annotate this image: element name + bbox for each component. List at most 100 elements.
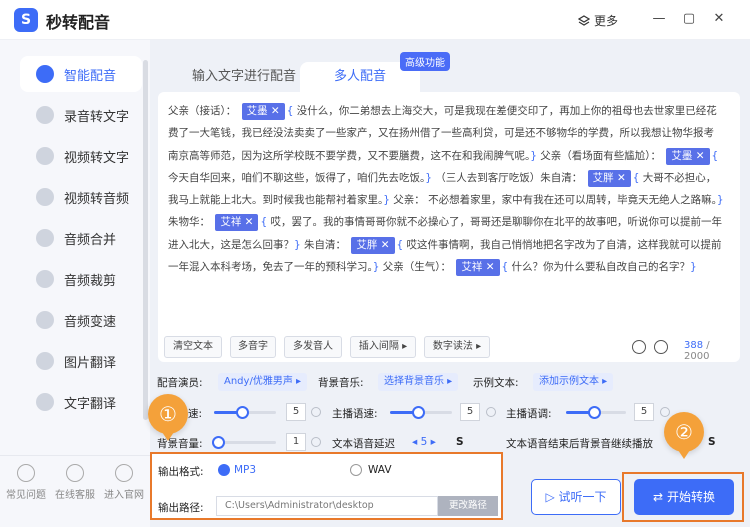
website-link[interactable]: 进入官网 [100,464,148,501]
caret-right-icon: ▸ [402,341,408,352]
start-highlight: ⇄ 开始转换 [622,472,744,522]
audio-text-icon [36,106,54,124]
brace-icon: { [711,149,719,162]
scissors-icon [36,270,54,288]
start-convert-button[interactable]: ⇄ 开始转换 [634,479,734,515]
mp3-label[interactable]: MP3 [234,464,256,476]
reset-icon[interactable] [660,407,670,417]
video-text-icon [36,147,54,165]
chat-icon [66,464,84,482]
anchor-speed-value[interactable]: 5 [460,403,480,421]
delay-label: 文本语音延迟 [332,438,395,450]
voice-tag[interactable]: 艾胖 ✕ [351,236,395,254]
sidebar-item-video-to-audio[interactable]: 视频转音频 [20,179,142,215]
editor-toolbar: 清空文本 多音字 多发音人 插入间隔 ▸ 数字读法 ▸ 388 / 2000 [164,336,734,362]
brace-icon: } [690,261,697,274]
anchor-pitch-value[interactable]: 5 [634,403,654,421]
output-panel: 输出格式: MP3 WAV 输出路径: C:\Users\Administrat… [150,452,503,520]
reset-icon[interactable] [486,407,496,417]
sidebar-item-recording-to-text[interactable]: 录音转文字 [20,97,142,133]
clear-text-button[interactable]: 清空文本 [164,336,222,358]
home-icon [115,464,133,482]
brace-icon: { [396,238,404,251]
anchor-speed-label: 主播语速: [332,408,378,420]
sidebar-item-audio-trim[interactable]: 音频裁剪 [20,261,142,297]
change-path-button[interactable]: 更改路径 [438,496,498,516]
app-logo-icon: S [14,8,38,32]
multi-speaker-button[interactable]: 多发音人 [284,336,342,358]
sidebar-item-video-to-text[interactable]: 视频转文字 [20,138,142,174]
brace-icon: { [260,216,268,229]
redo-icon[interactable] [654,340,668,354]
voice-tag[interactable]: 艾胖 ✕ [587,169,631,187]
merge-icon [36,229,54,247]
delay-unit: S [456,436,464,448]
tab-input-text[interactable]: 输入文字进行配音 [180,62,308,92]
sidebar-item-text-translate[interactable]: 文字翻译 [20,384,142,420]
anchor-speed-slider[interactable] [390,406,452,419]
sidebar-item-label: 智能配音 [64,69,117,84]
sample-label: 示例文本: [473,377,519,389]
brace-icon: { [501,261,509,274]
slider-handle[interactable] [412,406,425,419]
polyphone-button[interactable]: 多音字 [230,336,276,358]
speaker-label: 朱自清： [304,238,347,251]
bgm-label: 背景音乐: [318,377,364,389]
video-audio-icon [36,188,54,206]
reset-icon[interactable] [311,437,321,447]
sidebar-item-label: 音频变速 [64,315,117,330]
delay-stepper[interactable]: ◂ 5 ▸ [412,436,436,448]
output-path-input[interactable]: C:\Users\Administrator\desktop [216,496,438,516]
faq-link[interactable]: 常见问题 [2,464,50,501]
slider-handle[interactable] [588,406,601,419]
mp3-radio[interactable] [218,464,230,476]
script-text[interactable]: 父亲（接话）： 艾墨 ✕{ 没什么，你二弟想去上海交大，可是我现在差便交印了，再… [168,100,724,278]
sidebar-item-label: 音频合并 [64,233,117,248]
script-editor[interactable]: 父亲（接话）： 艾墨 ✕{ 没什么，你二弟想去上海交大，可是我现在差便交印了，再… [158,92,740,362]
brace-icon: } [294,238,301,251]
brace-icon: } [716,194,724,207]
sidebar-item-audio-speed[interactable]: 音频变速 [20,302,142,338]
speaker-label: 父亲（看场面有些尴尬）： [540,149,662,162]
anchor-pitch-slider[interactable] [566,406,626,419]
convert-icon: ⇄ [653,490,664,504]
voice-tag[interactable]: 艾墨 ✕ [241,103,285,120]
maximize-button[interactable]: ▢ [680,10,698,28]
slider-handle[interactable] [212,436,225,449]
voice-tag[interactable]: 艾祥 ✕ [215,214,259,232]
wav-label[interactable]: WAV [368,464,392,476]
slider-handle[interactable] [236,406,249,419]
brace-icon: } [530,149,537,162]
sidebar-item-audio-merge[interactable]: 音频合并 [20,220,142,256]
bg-volume-value[interactable]: 1 [286,433,306,451]
sidebar-item-smart-dubbing[interactable]: 智能配音 [20,56,142,92]
speaker-label: 父亲（接话）： [168,105,237,117]
brace-icon: { [286,105,294,117]
bg-volume-slider[interactable] [212,436,276,449]
sidebar-item-image-translate[interactable]: 图片翻译 [20,343,142,379]
sidebar-item-label: 音频裁剪 [64,274,117,289]
translate-icon [36,393,54,411]
sidebar-item-label: 视频转文字 [64,151,130,166]
play-icon: ▷ [545,490,555,504]
dialogue-text: 今天自华回来，咱们不聊这些，饭得了，咱们先去吃饭。 [168,171,426,184]
undo-icon[interactable] [632,340,646,354]
digit-read-button[interactable]: 数字读法 ▸ [424,336,490,358]
reset-icon[interactable] [311,407,321,417]
bgm-select[interactable]: 选择背景音乐 ▸ [378,373,459,391]
wav-radio[interactable] [350,464,362,476]
anchor-pitch-label: 主播语调: [506,408,552,420]
speed-slider[interactable] [214,406,276,419]
sidebar-scrollbar[interactable] [143,60,148,420]
more-menu-button[interactable]: 更多 [578,12,618,29]
minimize-button[interactable]: — [650,10,668,28]
preview-button[interactable]: ▷ 试听一下 [531,479,621,515]
voice-select[interactable]: Andy/优雅男声 ▸ [218,373,308,391]
support-link[interactable]: 在线客服 [51,464,99,501]
sample-select[interactable]: 添加示例文本 ▸ [533,373,614,391]
voice-tag[interactable]: 艾墨 ✕ [666,147,710,165]
insert-pause-button[interactable]: 插入间隔 ▸ [350,336,416,358]
close-button[interactable]: ✕ [710,10,728,28]
voice-tag[interactable]: 艾祥 ✕ [456,259,500,277]
speed-value[interactable]: 5 [286,403,306,421]
